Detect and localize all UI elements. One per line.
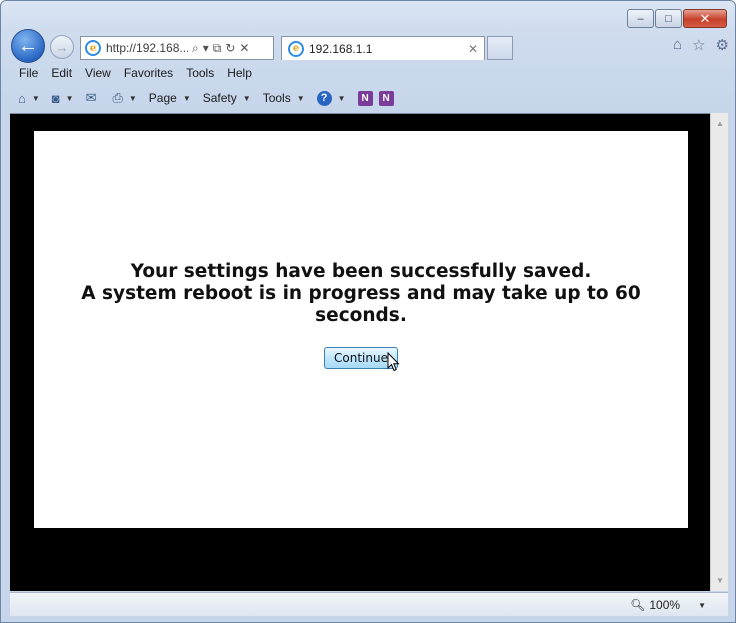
tools-dropdown-icon[interactable]: ▼ bbox=[297, 94, 305, 103]
onenote-icon[interactable]: N bbox=[357, 90, 373, 106]
page-dropdown-icon[interactable]: ▼ bbox=[183, 94, 191, 103]
window-controls: – □ ✕ bbox=[627, 9, 727, 28]
print-dropdown-icon[interactable]: ▼ bbox=[129, 94, 137, 103]
ie-page-icon: e bbox=[85, 40, 101, 56]
success-line: Your settings have been successfully sav… bbox=[130, 260, 592, 282]
command-bar: ⌂ ▼ ◙ ▼ ✉ ⎙ ▼ Page ▼ Safety ▼ Tools ▼ ? … bbox=[1, 86, 735, 110]
minimize-button[interactable]: – bbox=[627, 9, 654, 28]
menu-edit[interactable]: Edit bbox=[51, 63, 80, 85]
tools-gear-icon[interactable]: ⚙ bbox=[716, 36, 729, 54]
browser-right-icons: ⌂ ☆ ⚙ bbox=[673, 36, 729, 54]
tab-close-icon[interactable]: ✕ bbox=[468, 42, 478, 56]
menu-file[interactable]: File bbox=[19, 63, 46, 85]
zoom-level: 100% bbox=[649, 598, 681, 612]
home-dropdown-icon[interactable]: ▼ bbox=[32, 94, 40, 103]
menu-favorites[interactable]: Favorites bbox=[124, 63, 181, 85]
safety-dropdown-icon[interactable]: ▼ bbox=[243, 94, 251, 103]
stop-icon[interactable]: ✕ bbox=[239, 41, 249, 56]
home-icon[interactable]: ⌂ bbox=[673, 36, 682, 54]
forward-button[interactable]: → bbox=[50, 35, 74, 59]
reboot-line: A system reboot is in progress and may t… bbox=[81, 282, 641, 326]
maximize-button[interactable]: □ bbox=[655, 9, 682, 28]
scroll-down-icon[interactable]: ▼ bbox=[716, 576, 724, 585]
address-dropdown-icon[interactable]: ▾ bbox=[203, 41, 209, 56]
navigation-bar: ← → e http://192.168... ⌕ ▾ ⧉ ↻ ✕ e 192.… bbox=[9, 29, 729, 63]
zoom-magnifier-icon: 🔍︎ bbox=[630, 598, 646, 612]
close-button[interactable]: ✕ bbox=[683, 9, 727, 28]
message-panel: Your settings have been successfully sav… bbox=[34, 131, 688, 528]
tab-ie-icon: e bbox=[288, 40, 304, 57]
refresh-icon[interactable]: ↻ bbox=[225, 41, 235, 56]
mouse-pointer-icon bbox=[387, 351, 400, 371]
favorites-star-icon[interactable]: ☆ bbox=[692, 36, 705, 54]
new-tab-button[interactable] bbox=[487, 36, 513, 60]
back-arrow-icon: ← bbox=[18, 34, 38, 57]
onenote-linked-icon[interactable]: N bbox=[378, 90, 394, 106]
tab-title: 192.168.1.1 bbox=[309, 41, 373, 56]
forward-arrow-icon: → bbox=[55, 39, 69, 55]
tools-menu-button[interactable]: Tools bbox=[263, 91, 291, 105]
vertical-scrollbar[interactable]: ▲ ▼ bbox=[710, 113, 728, 591]
status-message: Your settings have been successfully sav… bbox=[34, 261, 688, 327]
scroll-up-icon[interactable]: ▲ bbox=[716, 119, 724, 128]
menu-bar: File Edit View Favorites Tools Help bbox=[1, 63, 735, 85]
continue-button[interactable]: Continue bbox=[324, 346, 400, 371]
address-tools: ⌕ ▾ ⧉ ↻ ✕ bbox=[192, 41, 249, 56]
zoom-control[interactable]: 🔍︎ 100% ▼ bbox=[630, 598, 706, 612]
compatibility-view-icon[interactable]: ⧉ bbox=[213, 41, 222, 56]
feeds-icon[interactable]: ◙ bbox=[52, 91, 60, 106]
safety-menu-button[interactable]: Safety bbox=[203, 91, 237, 105]
page-menu-button[interactable]: Page bbox=[149, 91, 177, 105]
page-viewport: Your settings have been successfully sav… bbox=[10, 113, 710, 591]
status-bar: 🔍︎ 100% ▼ bbox=[10, 592, 728, 616]
address-input[interactable]: http://192.168... bbox=[106, 41, 188, 55]
address-bar[interactable]: e http://192.168... ⌕ ▾ ⧉ ↻ ✕ bbox=[80, 36, 274, 60]
menu-view[interactable]: View bbox=[85, 63, 119, 85]
help-icon[interactable]: ? bbox=[316, 90, 332, 106]
help-dropdown-icon[interactable]: ▼ bbox=[338, 94, 346, 103]
menu-help[interactable]: Help bbox=[227, 63, 260, 85]
back-button[interactable]: ← bbox=[11, 29, 45, 63]
menu-tools[interactable]: Tools bbox=[186, 63, 222, 85]
print-icon[interactable]: ⎙ bbox=[112, 90, 122, 106]
zoom-dropdown-icon[interactable]: ▼ bbox=[698, 601, 706, 610]
feeds-dropdown-icon[interactable]: ▼ bbox=[66, 94, 74, 103]
home-page-icon[interactable]: ⌂ bbox=[18, 91, 26, 106]
mail-icon[interactable]: ✉ bbox=[86, 90, 97, 106]
tab-active[interactable]: e 192.168.1.1 ✕ bbox=[281, 36, 485, 60]
continue-label: Continue bbox=[334, 350, 388, 365]
browser-window: – □ ✕ ← → e http://192.168... ⌕ ▾ ⧉ ↻ ✕ … bbox=[0, 0, 736, 623]
search-icon[interactable]: ⌕ bbox=[192, 41, 199, 56]
